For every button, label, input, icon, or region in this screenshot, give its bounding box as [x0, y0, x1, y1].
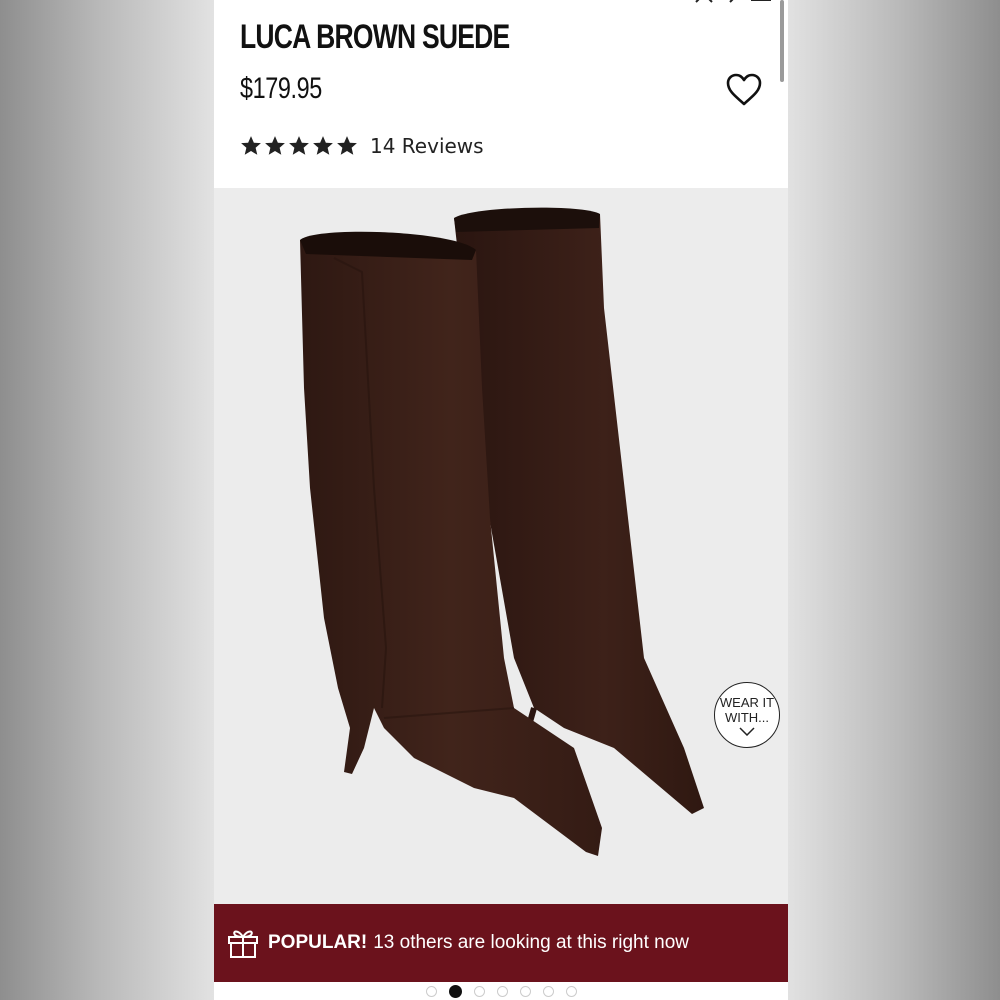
product-title: LUCA BROWN SUEDE — [240, 18, 510, 56]
reviews-link[interactable]: 14 Reviews — [370, 134, 484, 158]
wear-it-line-1: WEAR IT — [719, 694, 775, 710]
gallery-pagination[interactable] — [214, 984, 788, 998]
gallery-dot[interactable] — [565, 985, 577, 997]
gallery-dot[interactable] — [496, 985, 508, 997]
gallery-dot[interactable] — [425, 985, 437, 997]
header-icons[interactable] — [652, 0, 772, 4]
product-image — [300, 207, 704, 856]
gallery-dot[interactable] — [448, 984, 462, 998]
wear-it-with-button[interactable]: WEAR IT WITH... — [714, 682, 780, 748]
star-icon — [337, 136, 357, 155]
heart-icon — [726, 73, 762, 106]
gallery-dot[interactable] — [473, 985, 485, 997]
gift-icon — [228, 930, 258, 958]
star-icon — [313, 136, 333, 155]
scrollbar[interactable] — [780, 0, 784, 82]
wishlist-button[interactable] — [724, 72, 764, 108]
product-page: LUCA BROWN SUEDE $179.95 14 Reviews WEAR… — [214, 0, 788, 1000]
product-price: $179.95 — [240, 72, 322, 105]
rating-summary[interactable]: 14 Reviews — [240, 134, 484, 158]
star-icon — [289, 136, 309, 155]
star-icon — [265, 136, 285, 155]
product-image-gallery[interactable]: WEAR IT WITH... — [214, 188, 788, 904]
star-icon — [241, 136, 261, 155]
popular-text: 13 others are looking at this right now — [373, 932, 690, 953]
star-rating — [240, 135, 358, 157]
chevron-down-icon — [739, 726, 755, 736]
popular-banner: POPULAR! 13 others are looking at this r… — [214, 904, 788, 982]
gallery-dot[interactable] — [519, 985, 531, 997]
gallery-dot[interactable] — [542, 985, 554, 997]
popular-label: POPULAR! — [268, 932, 368, 953]
wear-it-line-2: WITH... — [724, 709, 770, 725]
